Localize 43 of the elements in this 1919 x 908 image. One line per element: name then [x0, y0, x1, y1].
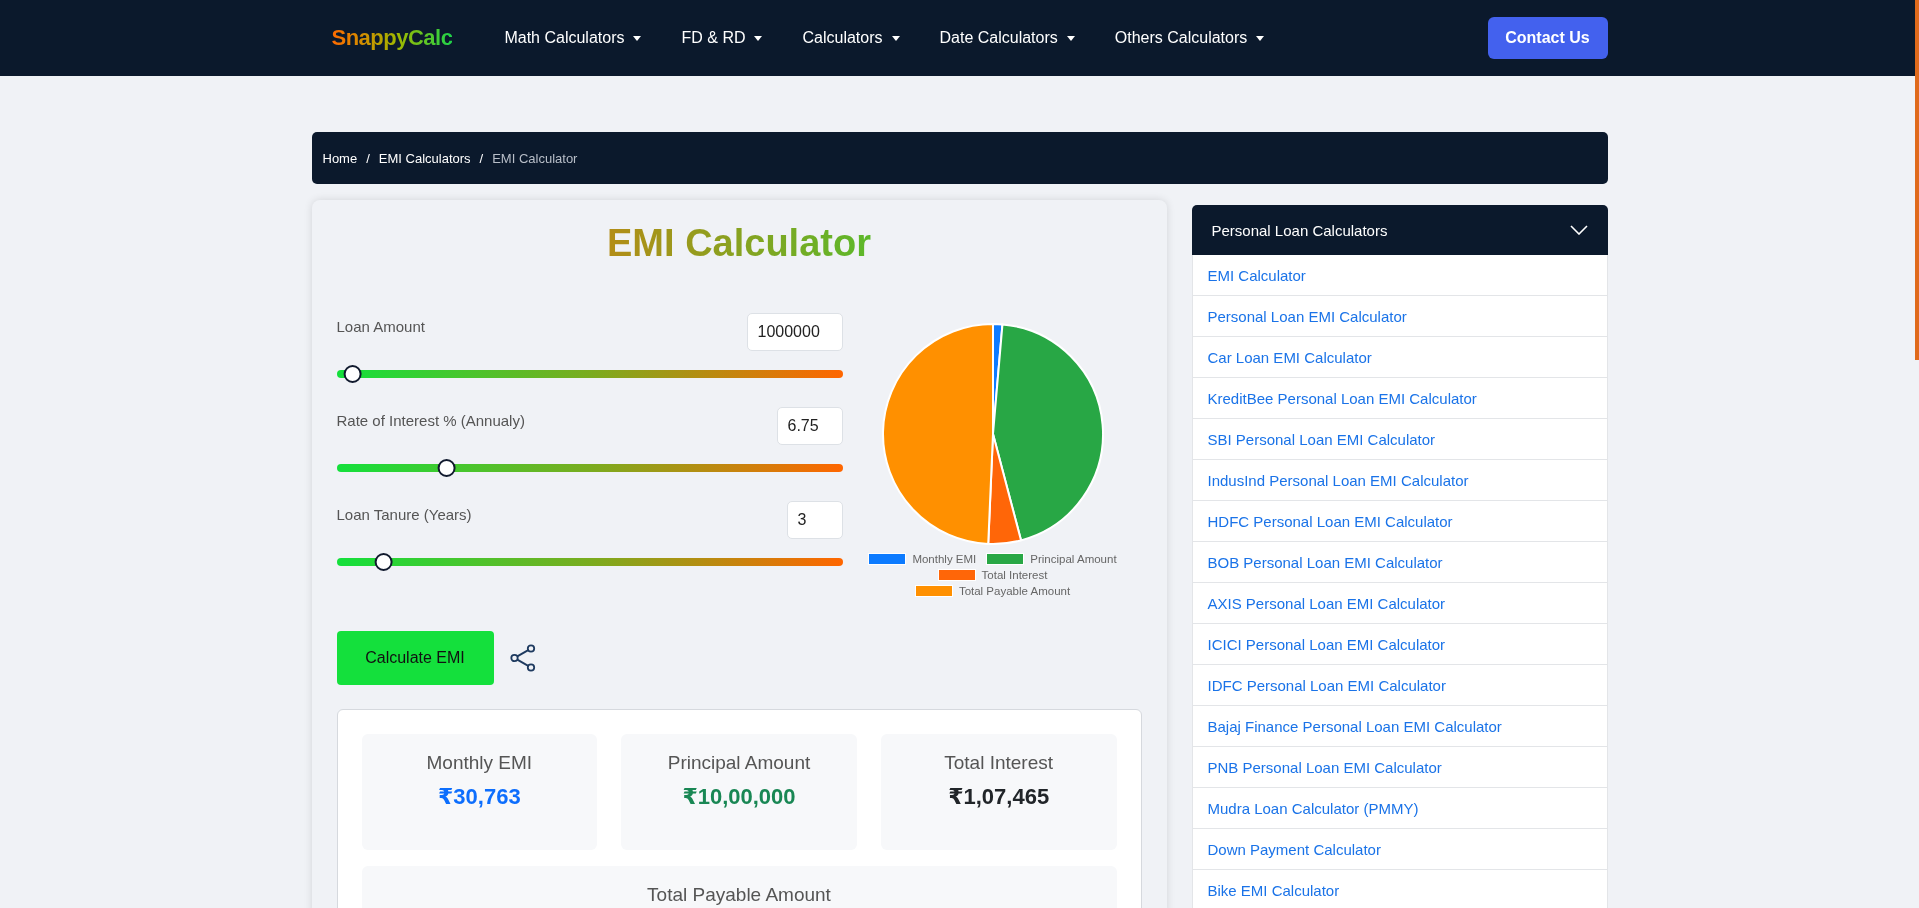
field-label: Rate of Interest % (Annualy) [336, 412, 525, 429]
sidebar-link[interactable]: Down Payment Calculator [1207, 840, 1381, 858]
slider[interactable] [336, 365, 843, 383]
share-icon[interactable] [509, 644, 536, 672]
legend-label: Total Payable Amount [958, 585, 1071, 597]
chevron-icon [1569, 225, 1588, 235]
result-value: ₹30,763 [438, 784, 521, 810]
legend-label: Total Interest [981, 569, 1048, 581]
accordion-header[interactable]: Personal Loan Calculators [1191, 205, 1608, 255]
result-label: Total Interest [944, 752, 1054, 774]
nav-dropdown[interactable]: Date Calculators [939, 29, 1075, 47]
breadcrumb-link[interactable]: EMI Calculators [378, 150, 471, 166]
number-input[interactable]: 6.75 [776, 407, 843, 445]
result-label: Principal Amount [667, 752, 811, 774]
nav-dropdown[interactable]: FD & RD [681, 29, 763, 47]
nav-dropdown[interactable]: Calculators [802, 29, 900, 47]
result-label: Total Payable Amount [647, 884, 831, 906]
slider-thumb[interactable] [343, 365, 362, 383]
breadcrumb-current: EMI Calculator [492, 150, 578, 166]
breadcrumb-separator: / [366, 150, 370, 166]
breadcrumb-separator: / [479, 150, 484, 166]
contact-button[interactable]: Contact Us [1487, 17, 1608, 59]
slider-thumb[interactable] [437, 459, 456, 477]
nav-dropdown[interactable]: Others Calculators [1114, 29, 1265, 47]
slider[interactable] [336, 459, 843, 477]
number-input[interactable]: 1000000 [746, 313, 843, 351]
result-value: ₹10,00,000 [682, 784, 796, 810]
scrollbar-thumb[interactable] [1915, 0, 1919, 360]
result-label: Monthly EMI [426, 752, 533, 774]
slider-thumb[interactable] [374, 553, 393, 571]
sidebar-link[interactable]: EMI Calculator [1207, 266, 1306, 284]
field-label: Loan Tanure (Years) [336, 506, 472, 523]
result-value: ₹1,07,465 [948, 784, 1050, 810]
legend-label: Monthly EMI [912, 553, 977, 565]
sidebar-link[interactable]: Car Loan EMI Calculator [1207, 348, 1372, 366]
nav-dropdown[interactable]: Math Calculators [504, 29, 642, 47]
legend-label: Principal Amount [1030, 553, 1117, 565]
slider[interactable] [336, 553, 843, 571]
calculate-button[interactable]: Calculate EMI [336, 631, 494, 685]
sidebar-link[interactable]: Bike EMI Calculator [1207, 881, 1340, 899]
field-label: Loan Amount [336, 318, 425, 335]
number-input[interactable]: 3 [786, 501, 843, 539]
breadcrumb-link[interactable]: Home [322, 150, 358, 166]
